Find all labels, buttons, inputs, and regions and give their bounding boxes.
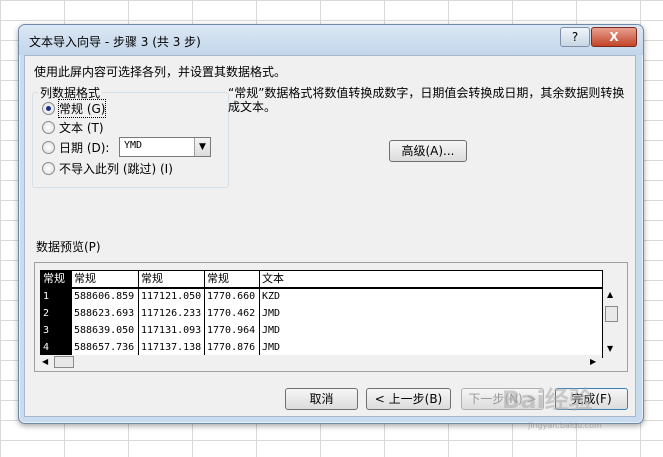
table-cell: 3 [41,323,71,340]
table-cell: 117121.050 [138,289,204,306]
watermark-url: jingyan.baidu.com [528,421,602,430]
radio-skip[interactable]: 不导入此列 (跳过) (I) [42,159,173,177]
column-header[interactable]: 文本 [259,271,602,287]
radio-skip-button[interactable] [42,161,55,175]
format-description: “常规”数据格式将数值转换成数字，日期值会转换成日期，其余数据则转换成文本。 [228,86,625,114]
table-cell: 588623.693 [71,306,138,323]
table-cell: 117126.233 [138,306,204,323]
table-row: 3 588639.050 117131.093 1770.964 JMD [41,323,602,340]
scroll-up-icon[interactable]: ▲ [607,290,613,299]
vertical-scroll-thumb[interactable] [605,306,618,322]
table-cell: 2 [41,306,71,323]
table-row: 1 588606.859 117121.050 1770.660 KZD [41,289,602,306]
radio-text-label: 文本 (T) [59,120,104,135]
scroll-down-icon[interactable]: ▼ [607,344,613,353]
table-cell: 588606.859 [71,289,138,306]
radio-date-label: 日期 (D): [59,140,110,155]
column-header[interactable]: 常规 [41,271,71,287]
horizontal-scroll-thumb[interactable] [54,356,74,368]
table-cell: 1 [41,289,71,306]
preview-vertical-scrollbar[interactable]: ▲ ▼ [603,288,619,356]
close-button[interactable]: X [591,27,637,47]
radio-text[interactable]: 文本 (T) [42,118,104,136]
table-cell: 588639.050 [71,323,138,340]
scroll-right-icon[interactable]: ▶ [590,357,596,366]
cancel-button[interactable]: 取消 [285,388,358,410]
instruction-text: 使用此屏内容可选择各列，并设置其数据格式。 [34,65,287,79]
baidu-watermark: Bai经验 [502,386,593,414]
title-bar[interactable]: 文本导入向导 - 步骤 3 (共 3 步) ? X [19,25,643,55]
preview-horizontal-scrollbar[interactable]: ◀ ▶ [40,355,602,368]
chevron-down-icon[interactable]: ▼ [194,138,210,156]
preview-header-row: 常规 常规 常规 常规 文本 [41,271,602,289]
data-preview-grid[interactable]: 常规 常规 常规 常规 文本 1 588606.859 117121.050 1… [40,270,603,358]
dialog-title: 文本导入向导 - 步骤 3 (共 3 步) [29,35,201,49]
column-header[interactable]: 常规 [138,271,204,287]
table-cell: KZD [259,289,602,306]
back-button[interactable]: < 上一步(B) [366,388,451,410]
radio-general-label: 常规 (G) [57,98,107,118]
radio-general-button[interactable] [42,101,55,115]
table-cell: JMD [259,306,602,323]
data-preview-label: 数据预览(P) [36,240,101,254]
scroll-left-icon[interactable]: ◀ [42,357,48,366]
table-cell: 1770.964 [204,323,259,340]
radio-skip-label: 不导入此列 (跳过) (I) [59,161,173,176]
radio-date[interactable]: 日期 (D): [42,138,109,156]
radio-date-button[interactable] [42,140,55,154]
date-format-select[interactable]: YMD ▼ [119,137,211,157]
advanced-button[interactable]: 高级(A)... [389,140,467,162]
column-header[interactable]: 常规 [204,271,259,287]
table-cell: 1770.462 [204,306,259,323]
radio-general[interactable]: 常规 (G) [42,98,107,118]
radio-text-button[interactable] [42,120,55,134]
table-row: 2 588623.693 117126.233 1770.462 JMD [41,306,602,323]
help-button[interactable]: ? [560,27,590,47]
column-header[interactable]: 常规 [71,271,138,287]
date-format-value: YMD [124,140,143,151]
table-cell: 1770.660 [204,289,259,306]
table-cell: 117131.093 [138,323,204,340]
table-cell: JMD [259,323,602,340]
